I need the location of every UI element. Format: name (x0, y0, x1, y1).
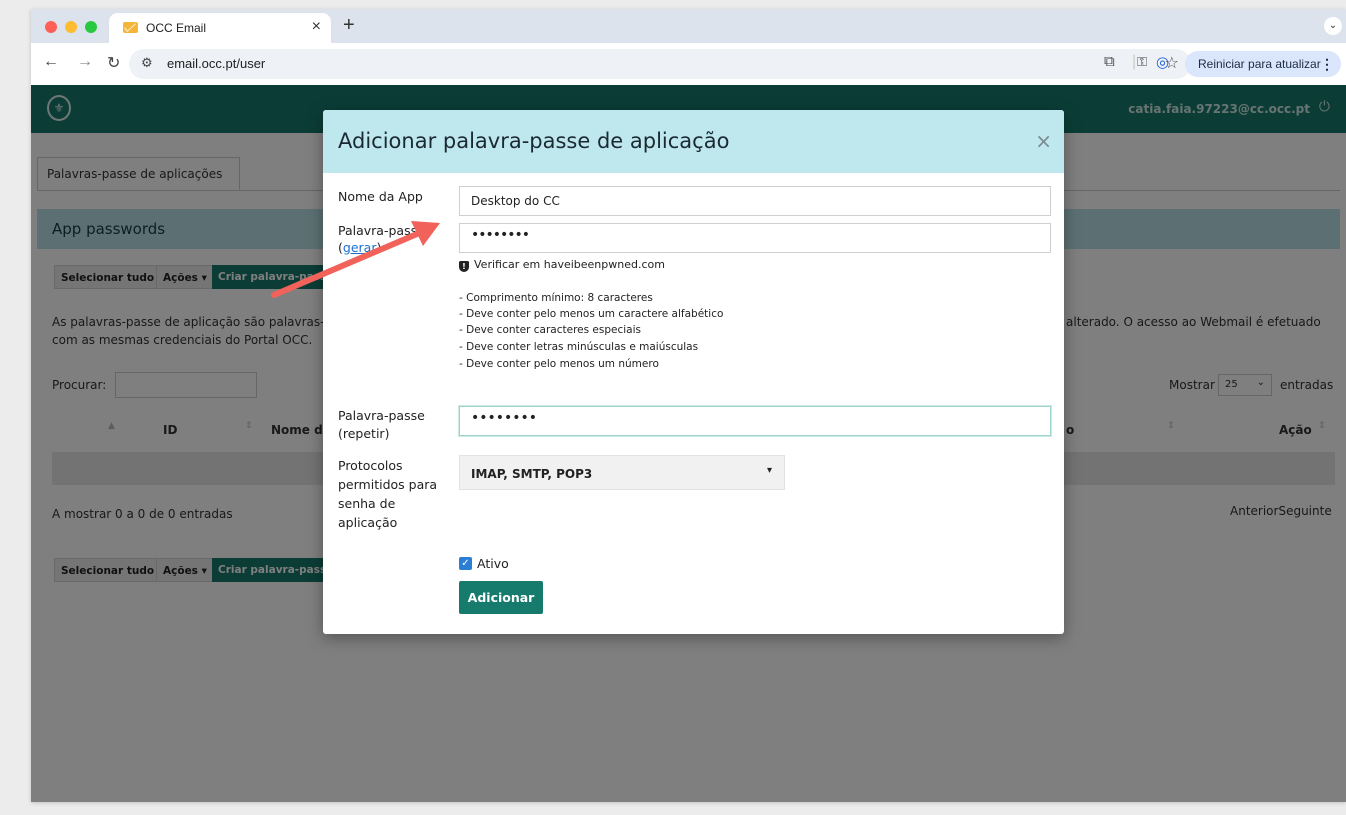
profile-icon[interactable]: ◎ (1156, 53, 1169, 71)
requirement-item: - Deve conter letras minúsculas e maiúsc… (459, 341, 699, 353)
requirement-item: - Comprimento mínimo: 8 caracteres (459, 292, 653, 304)
tab-close-icon[interactable]: × (312, 18, 321, 36)
url-text[interactable]: email.occ.pt/user (167, 56, 265, 71)
tab-title: OCC Email (146, 21, 207, 35)
minimize-window-dot[interactable] (65, 21, 77, 33)
extensions-icon[interactable]: ⧉ (1104, 53, 1115, 70)
protocols-label: Protocolos (338, 458, 403, 473)
repeat-password-input[interactable]: •••••••• (459, 406, 1051, 436)
close-icon[interactable]: × (1035, 129, 1052, 153)
maximize-window-dot[interactable] (85, 21, 97, 33)
protocols-value: IMAP, SMTP, POP3 (471, 467, 593, 481)
menu-dots-icon[interactable]: ⋮ (1320, 51, 1334, 77)
close-window-dot[interactable] (45, 21, 57, 33)
reload-icon[interactable]: ↻ (107, 53, 120, 73)
requirement-item: - Deve conter pelo menos um caractere al… (459, 308, 724, 320)
restart-to-update-button[interactable]: Reiniciar para atualizar ⋮ (1185, 51, 1341, 77)
browser-tab[interactable]: OCC Email × (109, 13, 331, 43)
forward-icon[interactable]: → (77, 53, 93, 71)
password-label: Palavra-passe (338, 223, 425, 238)
generate-link-wrapper: (gerar) (338, 240, 382, 255)
app-name-label: Nome da App (338, 189, 423, 204)
repeat-password-label-2: (repetir) (338, 426, 390, 441)
dialog-title: Adicionar palavra-passe de aplicação (338, 129, 730, 153)
mail-icon (123, 22, 138, 33)
protocols-label: aplicação (338, 515, 398, 530)
add-app-password-dialog: Adicionar palavra-passe de aplicação × N… (323, 110, 1064, 634)
active-label[interactable]: Ativo (477, 556, 509, 571)
back-icon[interactable]: ← (43, 53, 59, 71)
verify-text: Verificar em haveibeenpwned.com (474, 258, 665, 271)
app-name-input[interactable]: Desktop do CC (459, 186, 1051, 216)
protocols-select[interactable]: IMAP, SMTP, POP3 ▾ (459, 455, 785, 490)
verify-pwned-link[interactable]: ! Verificar em haveibeenpwned.com (459, 258, 665, 272)
dialog-header: Adicionar palavra-passe de aplicação × (323, 110, 1064, 173)
requirement-item: - Deve conter caracteres especiais (459, 324, 641, 336)
password-input[interactable]: •••••••• (459, 223, 1051, 253)
browser-toolbar: ← → ↻ ⚙ email.occ.pt/user ⚿ ☆ ⧉ | ◎ Rein… (31, 43, 1346, 85)
address-bar[interactable]: ⚙ email.occ.pt/user ⚿ ☆ (129, 49, 1191, 79)
toolbar-divider: | (1132, 53, 1137, 70)
site-settings-icon[interactable]: ⚙ (141, 56, 153, 71)
repeat-password-label-1: Palavra-passe (338, 408, 425, 423)
caret-down-icon: ▾ (766, 465, 772, 476)
shield-alert-icon: ! (459, 261, 469, 272)
protocols-label: senha de (338, 496, 396, 511)
active-checkbox[interactable]: ✓ (459, 557, 472, 570)
generate-password-link[interactable]: gerar (343, 240, 377, 255)
requirement-item: - Deve conter pelo menos um número (459, 358, 659, 370)
protocols-label: permitidos para (338, 477, 438, 492)
new-tab-button[interactable]: + (343, 14, 355, 37)
add-button[interactable]: Adicionar (459, 581, 543, 614)
browser-window: OCC Email × + ⌄ ← → ↻ ⚙ email.occ.pt/use… (31, 9, 1346, 802)
tab-strip: OCC Email × + ⌄ (31, 9, 1346, 43)
password-key-icon[interactable]: ⚿ (1137, 55, 1147, 70)
tab-search-chevron-icon[interactable]: ⌄ (1324, 17, 1342, 35)
restart-to-update-label: Reiniciar para atualizar (1198, 57, 1321, 71)
